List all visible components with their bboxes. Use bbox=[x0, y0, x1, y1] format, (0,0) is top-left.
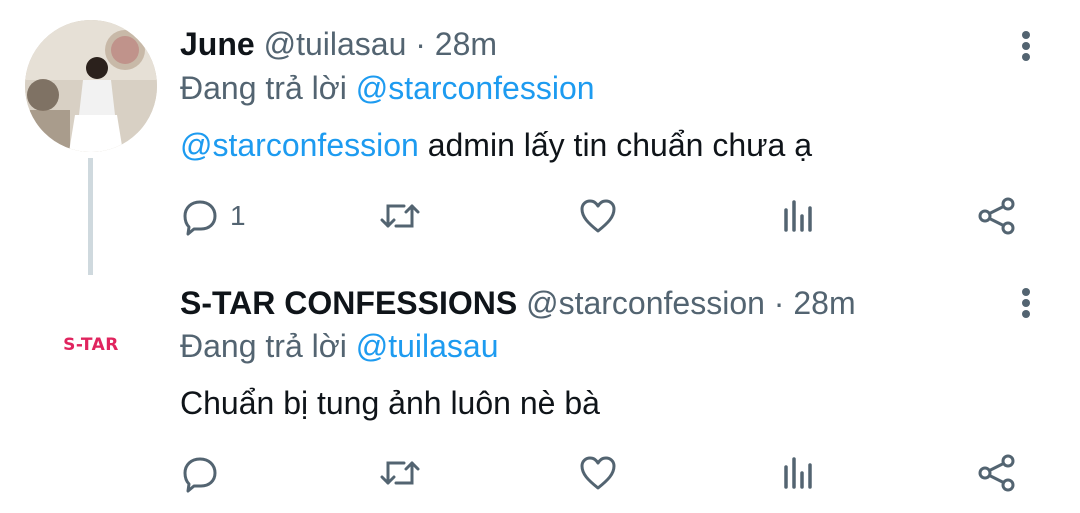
reply-icon bbox=[183, 200, 217, 236]
more-icon[interactable] bbox=[1008, 283, 1044, 323]
like-button[interactable] bbox=[578, 451, 618, 495]
tweet[interactable]: S-TAR S-TAR CONFESSIONS @starconfession … bbox=[0, 265, 1080, 513]
tweet-text: Chuẩn bị tung ảnh luôn nè bà bbox=[180, 385, 600, 421]
views-button[interactable] bbox=[778, 451, 818, 495]
like-icon bbox=[580, 199, 616, 233]
user-handle[interactable]: @starconfession bbox=[526, 285, 765, 321]
share-button[interactable] bbox=[976, 451, 1018, 495]
retweet-icon bbox=[380, 204, 420, 228]
replying-to-label: Đang trả lời bbox=[180, 328, 347, 364]
views-button[interactable] bbox=[778, 194, 818, 238]
retweet-icon bbox=[380, 461, 420, 485]
retweet-button[interactable] bbox=[378, 451, 422, 495]
views-icon bbox=[784, 200, 812, 232]
tweet-text: @starconfession admin lấy tin chuẩn chưa… bbox=[180, 125, 812, 165]
body-mention[interactable]: @starconfession bbox=[180, 127, 419, 163]
s-tar-logo: S-TAR bbox=[63, 335, 119, 355]
reply-button[interactable] bbox=[180, 451, 220, 495]
reply-count: 1 bbox=[230, 200, 246, 231]
share-icon bbox=[978, 197, 1015, 235]
tweet-header: S-TAR CONFESSIONS @starconfession · 28m bbox=[180, 283, 856, 323]
more-icon[interactable] bbox=[1008, 26, 1044, 66]
separator: · bbox=[773, 285, 785, 321]
body-text: admin lấy tin chuẩn chưa ạ bbox=[418, 127, 813, 163]
timestamp[interactable]: 28m bbox=[793, 285, 855, 321]
replying-to-mention[interactable]: @starconfession bbox=[356, 70, 595, 106]
replying-to-mention[interactable]: @tuilasau bbox=[356, 328, 499, 364]
replying-to: Đang trả lời @tuilasau bbox=[180, 326, 499, 366]
views-icon bbox=[784, 457, 812, 489]
like-button[interactable] bbox=[578, 194, 618, 238]
timestamp[interactable]: 28m bbox=[435, 26, 497, 62]
avatar[interactable] bbox=[25, 20, 157, 152]
display-name[interactable]: June bbox=[180, 26, 255, 62]
like-icon bbox=[580, 456, 616, 490]
retweet-button[interactable] bbox=[378, 194, 422, 238]
tweet-header: June @tuilasau · 28m bbox=[180, 24, 497, 64]
replying-to: Đang trả lời @starconfession bbox=[180, 68, 595, 108]
tweet[interactable]: June @tuilasau · 28m Đang trả lời @starc… bbox=[0, 0, 1080, 275]
action-bar bbox=[0, 451, 1080, 495]
separator: · bbox=[415, 26, 426, 62]
user-handle[interactable]: @tuilasau bbox=[264, 26, 407, 62]
reply-icon bbox=[183, 457, 217, 493]
avatar[interactable]: S-TAR bbox=[25, 279, 157, 411]
replying-to-label: Đang trả lời bbox=[180, 70, 347, 106]
display-name[interactable]: S-TAR CONFESSIONS bbox=[180, 285, 517, 321]
share-icon bbox=[978, 454, 1015, 492]
reply-button[interactable]: 1 bbox=[180, 194, 246, 238]
action-bar: 1 bbox=[0, 194, 1080, 238]
share-button[interactable] bbox=[976, 194, 1018, 238]
